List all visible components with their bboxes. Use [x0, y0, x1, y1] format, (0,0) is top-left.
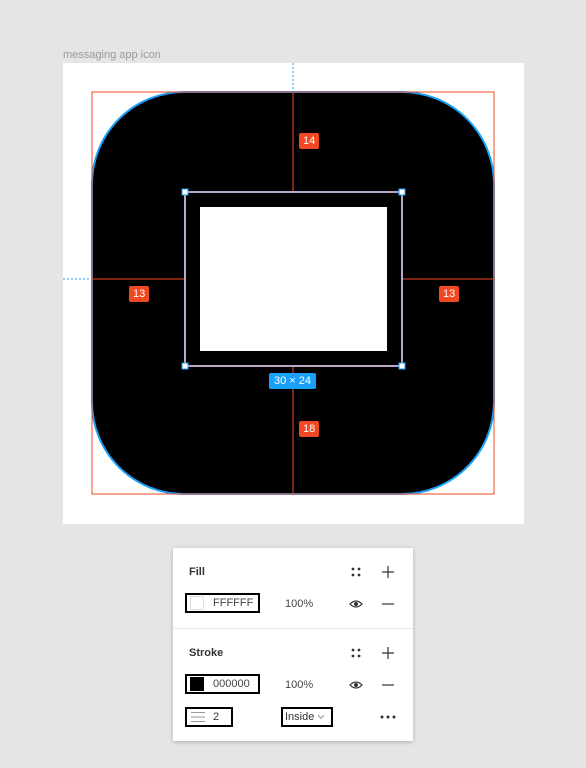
stroke-visibility-eye-icon[interactable] [348, 677, 364, 693]
stroke-color-field[interactable]: 000000 [185, 674, 260, 694]
spacing-badge-bottom: 18 [299, 421, 320, 437]
spacing-badge-left: 13 [129, 286, 150, 302]
fill-color-swatch[interactable] [190, 596, 204, 610]
selection-handle-tr[interactable] [398, 188, 406, 196]
stroke-lines-icon [191, 711, 205, 723]
selection-handle-br[interactable] [398, 362, 406, 370]
selection-handle-tl[interactable] [181, 188, 189, 196]
stroke-remove-minus-icon[interactable] [380, 677, 396, 693]
fill-section-title: Fill [189, 566, 205, 578]
fill-visibility-eye-icon[interactable] [348, 596, 364, 612]
stroke-position-value: Inside [285, 711, 315, 723]
fill-remove-minus-icon[interactable] [380, 596, 396, 612]
fill-styles-grid-dots-icon[interactable] [348, 564, 364, 580]
stroke-position-select[interactable]: Inside [281, 707, 333, 727]
stroke-styles-grid-dots-icon[interactable] [348, 645, 364, 661]
spacing-badge-top: 14 [299, 133, 320, 149]
chevron-down-icon [317, 714, 325, 720]
inner-rectangle[interactable] [200, 207, 387, 351]
stroke-weight-field[interactable]: 2 [185, 707, 233, 727]
stroke-section-title: Stroke [189, 647, 224, 659]
selection-size-badge: 30 × 24 [269, 373, 317, 389]
fill-add-plus-icon[interactable] [380, 564, 396, 580]
stroke-weight-value[interactable]: 2 [213, 711, 219, 723]
fill-hex-value[interactable]: FFFFFF [213, 597, 253, 609]
fill-opacity-value[interactable]: 100% [285, 598, 313, 610]
canvas-overlay [63, 63, 495, 495]
stroke-hex-value[interactable]: 000000 [213, 678, 250, 690]
selection-handle-bl[interactable] [181, 362, 189, 370]
stroke-add-plus-icon[interactable] [380, 645, 396, 661]
spacing-badge-right: 13 [439, 286, 460, 302]
more-dots-icon[interactable] [380, 709, 396, 725]
section-divider [173, 628, 413, 629]
fill-color-field[interactable]: FFFFFF [185, 593, 260, 613]
stroke-color-swatch[interactable] [190, 677, 204, 691]
stroke-opacity-value[interactable]: 100% [285, 679, 313, 691]
properties-panel: Fill FFFFFF 100% Stroke 000000 100% 2 In… [173, 548, 413, 741]
